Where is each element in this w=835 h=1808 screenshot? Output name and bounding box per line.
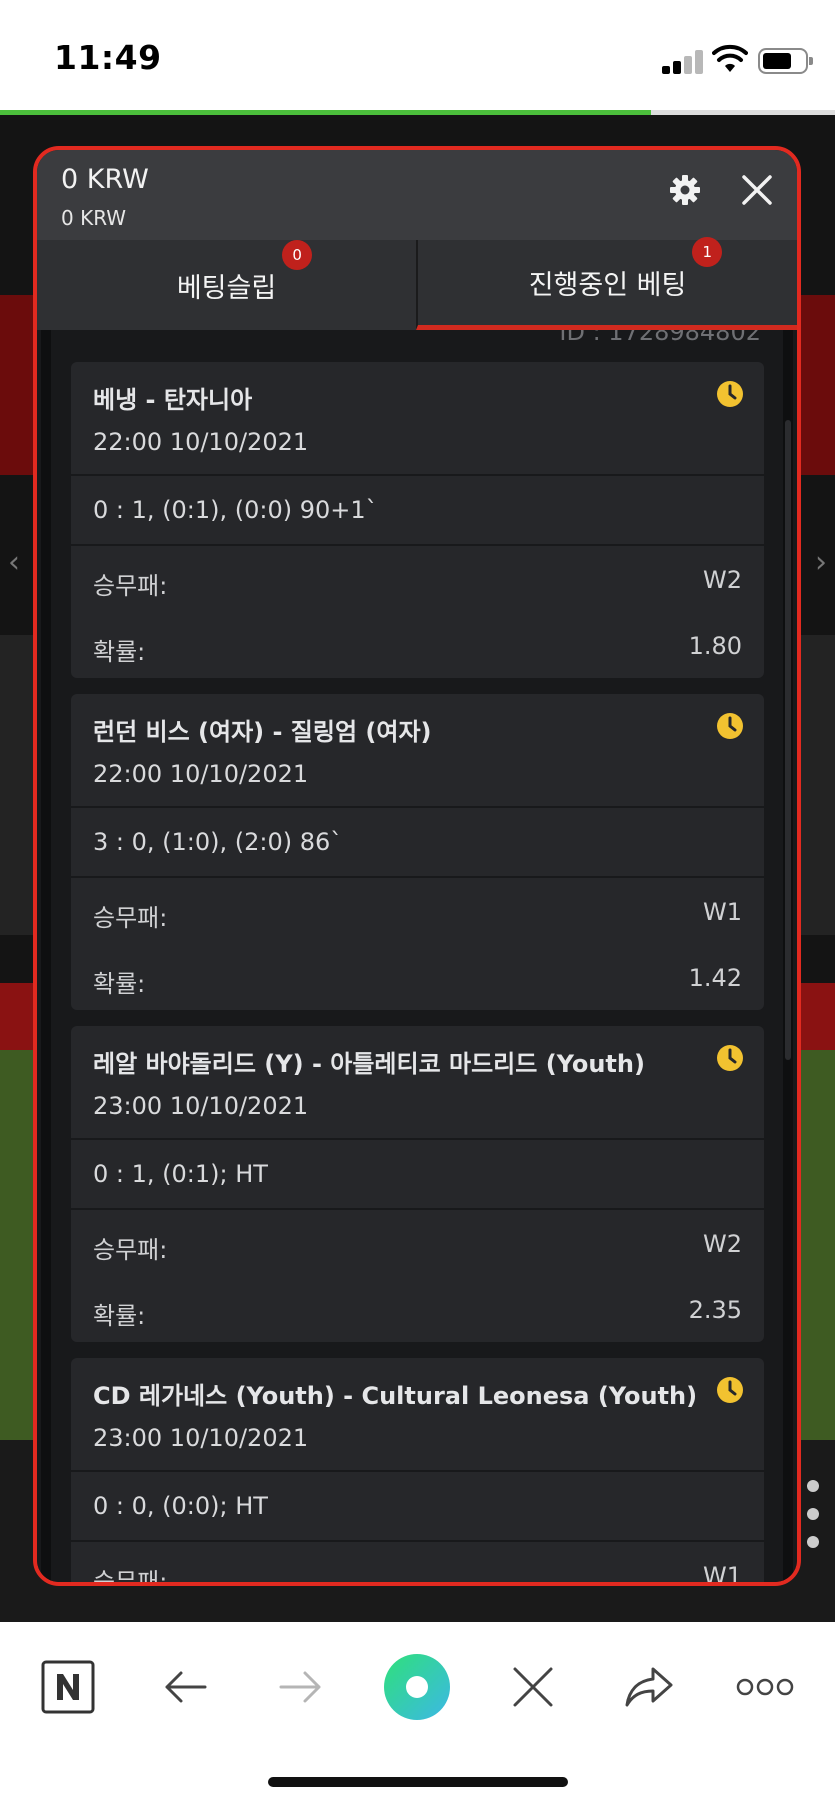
share-button[interactable] [614, 1652, 684, 1722]
arrow-left-icon [165, 1671, 207, 1703]
close-button[interactable] [737, 170, 777, 210]
market-label: 승무패: [93, 572, 168, 600]
odds-label: 확률: [93, 970, 146, 998]
market-label: 승무패: [93, 1236, 168, 1264]
match-score: 0 : 0, (0:0); HT [93, 1492, 268, 1520]
status-bar: 11:49 [0, 0, 835, 111]
more-vertical-icon [807, 1480, 821, 1564]
match-title: 런던 비스 (여자) - 질링엄 (여자) [93, 718, 432, 746]
match-title: 베냉 - 탄자니아 [93, 386, 253, 414]
green-dot-button[interactable] [382, 1652, 452, 1722]
clock-icon [717, 1377, 743, 1403]
green-dot-icon [384, 1654, 450, 1720]
market-value: W1 [703, 1562, 742, 1586]
settings-button[interactable] [665, 170, 705, 210]
naver-home-button[interactable] [33, 1652, 103, 1722]
match-score: 0 : 1, (0:1), (0:0) 90+1` [93, 496, 378, 524]
odds-label: 확률: [93, 638, 146, 666]
close-icon [513, 1667, 553, 1707]
match-title: 레알 바야돌리드 (Y) - 아틀레티코 마드리드 (Youth) [93, 1050, 645, 1078]
market-label: 승무패: [93, 904, 168, 932]
wifi-icon [712, 44, 748, 72]
odds-value: 2.35 [688, 1296, 742, 1324]
market-label: 승무패: [93, 1568, 168, 1586]
bet-card: 베냉 - 탄자니아 22:00 10/10/2021 0 : 1, (0:1),… [71, 362, 764, 678]
more-horizontal-icon [736, 1678, 794, 1696]
match-time: 22:00 10/10/2021 [93, 428, 309, 456]
odds-value: 1.42 [688, 964, 742, 992]
bet-tabs: 베팅슬립 0 진행중인 베팅 1 [37, 237, 797, 330]
match-title: CD 레가네스 (Youth) - Cultural Leonesa (Yout… [93, 1382, 698, 1410]
match-time: 23:00 10/10/2021 [93, 1092, 309, 1120]
naver-logo-icon [41, 1660, 95, 1714]
match-score: 3 : 0, (1:0), (2:0) 86` [93, 828, 343, 856]
odds-value: 1.80 [688, 632, 742, 660]
match-time: 23:00 10/10/2021 [93, 1424, 309, 1452]
tab-bet-slip-label: 베팅슬립 [176, 272, 277, 304]
match-time: 22:00 10/10/2021 [93, 760, 309, 788]
more-button[interactable] [730, 1652, 800, 1722]
close-tab-button[interactable] [498, 1652, 568, 1722]
odds-label: 확률: [93, 1302, 146, 1330]
share-icon [625, 1667, 673, 1707]
bet-slip-count-badge: 0 [282, 239, 313, 270]
match-score: 0 : 1, (0:1); HT [93, 1160, 268, 1188]
balance-main: 0 KRW [61, 164, 149, 195]
bet-card: CD 레가네스 (Youth) - Cultural Leonesa (Yout… [71, 1358, 764, 1586]
gear-icon [670, 175, 700, 205]
balance-sub: 0 KRW [61, 206, 127, 230]
home-indicator[interactable] [268, 1777, 568, 1787]
market-value: W1 [703, 898, 742, 926]
status-time: 11:49 [54, 38, 162, 77]
tab-bet-slip[interactable]: 베팅슬립 0 [37, 239, 416, 330]
battery-icon [758, 48, 813, 74]
market-value: W2 [703, 566, 742, 594]
clock-icon [717, 1045, 743, 1071]
market-value: W2 [703, 1230, 742, 1258]
scrollbar[interactable] [785, 420, 791, 1060]
bet-slip-modal: 0 KRW 0 KRW 베팅슬립 0 진행중인 베팅 1 ID: 172898… [33, 146, 801, 1586]
clock-icon [717, 381, 743, 407]
active-bets-list[interactable]: ID : 1728984802 베냉 - 탄자니아 22:00 10/10/20… [37, 330, 797, 1586]
chevron-left-icon: ‹ [8, 545, 20, 580]
tab-active-bets[interactable]: 진행중인 베팅 1 [416, 237, 797, 330]
modal-header: 0 KRW 0 KRW [37, 150, 797, 240]
cellular-signal-icon [662, 50, 704, 74]
back-button[interactable] [150, 1652, 220, 1722]
active-bets-count-badge: 1 [692, 237, 723, 267]
clock-icon [717, 713, 743, 739]
bet-id: ID : 1728984802 [559, 330, 761, 346]
arrow-right-icon [279, 1671, 321, 1703]
close-icon [742, 175, 772, 205]
bet-card: 런던 비스 (여자) - 질링엄 (여자) 22:00 10/10/2021 3… [71, 694, 764, 1010]
bet-card: 레알 바야돌리드 (Y) - 아틀레티코 마드리드 (Youth) 23:00 … [71, 1026, 764, 1342]
forward-button[interactable] [266, 1652, 336, 1722]
chevron-right-icon: › [815, 545, 827, 580]
tab-active-bets-label: 진행중인 베팅 [528, 270, 687, 301]
